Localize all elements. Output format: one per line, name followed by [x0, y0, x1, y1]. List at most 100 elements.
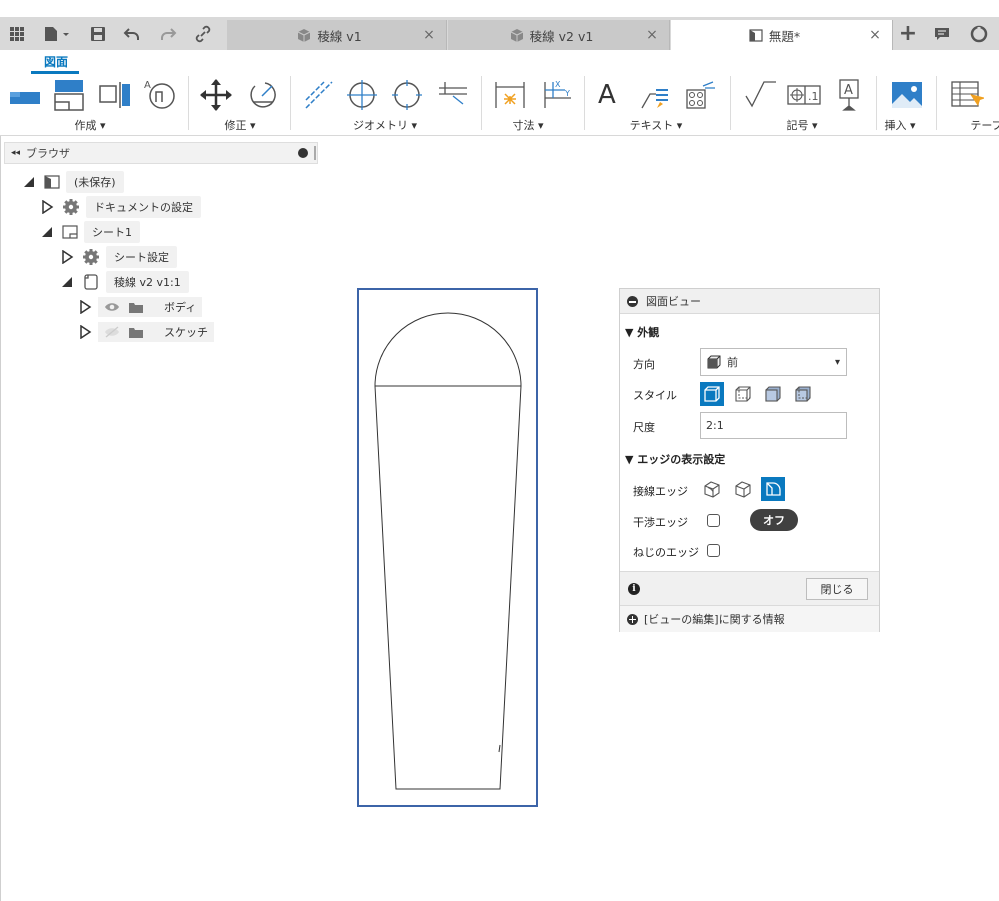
collapsed-triangle-icon[interactable] [40, 200, 54, 214]
tree-item-document-settings[interactable]: ドキュメントの設定 [40, 196, 201, 218]
link-icon[interactable] [190, 17, 216, 50]
ribbon-tab-drawing[interactable]: 図面 [33, 53, 79, 70]
detail-view-icon[interactable]: A [144, 78, 178, 112]
browser-header[interactable]: ◂◂ ブラウザ [4, 142, 318, 164]
expanded-triangle-icon[interactable] [22, 175, 36, 189]
drawing-view-icon [84, 274, 98, 290]
file-menu-icon[interactable] [40, 17, 74, 50]
ordinate-dimension-icon[interactable]: XY [539, 78, 573, 112]
undo-icon[interactable] [120, 17, 144, 50]
datum-identifier-icon[interactable]: A [832, 78, 866, 112]
tree-item-label: シート1 [84, 221, 140, 243]
group-label-symbol[interactable]: 記号 ▾ [762, 117, 842, 133]
style-visible-edges-button[interactable] [700, 382, 724, 406]
group-label-table[interactable]: テーブル [962, 117, 999, 133]
scale-input[interactable]: 2:1 [700, 412, 847, 439]
app-grid-icon[interactable] [6, 17, 28, 50]
projected-view-icon[interactable] [52, 78, 86, 112]
tree-item-sketches[interactable]: スケッチ [78, 322, 214, 342]
text-tool-icon[interactable]: A [598, 80, 626, 112]
tree-item-sheet1[interactable]: シート1 [40, 221, 140, 243]
style-shaded-hidden-button[interactable] [791, 382, 815, 406]
group-label-create[interactable]: 作成 ▾ [50, 117, 130, 133]
tab-document-1[interactable]: 稜線 v1 × [227, 20, 447, 50]
tree-item-root[interactable]: (未保存) [22, 171, 124, 193]
new-tab-button[interactable]: + [896, 17, 920, 50]
view-edit-info-row[interactable]: [ビューの編集]に関する情報 [620, 605, 879, 632]
rotate-icon[interactable] [245, 78, 279, 112]
tree-item-sheet-settings[interactable]: シート設定 [60, 246, 177, 268]
close-icon[interactable]: × [645, 27, 659, 43]
group-separator [481, 76, 482, 130]
drawing-view-frame[interactable] [357, 288, 538, 807]
tree-item-view[interactable]: 稜線 v2 v1:1 [60, 271, 189, 293]
comment-icon[interactable] [930, 17, 954, 50]
info-icon[interactable]: i [628, 583, 640, 595]
job-status-icon[interactable] [966, 17, 992, 50]
thread-edges-checkbox[interactable] [707, 544, 720, 557]
close-icon[interactable]: × [868, 27, 882, 43]
feature-control-frame-icon[interactable]: .1 [787, 78, 821, 112]
close-button[interactable]: 閉じる [806, 578, 868, 600]
tab-document-3[interactable]: 無題* × [671, 20, 893, 50]
pin-icon[interactable] [298, 148, 308, 158]
save-icon[interactable] [86, 17, 110, 50]
drawing-view-dialog: 図面ビュー ▼ 外観 方向 前 ▾ スタイル 尺度 2:1 ▼ エッジの表示設定… [619, 288, 880, 632]
group-label-modify[interactable]: 修正 ▾ [200, 117, 280, 133]
dialog-header[interactable]: 図面ビュー [620, 289, 879, 314]
style-shaded-button[interactable] [761, 382, 785, 406]
center-mark-icon[interactable] [345, 78, 379, 112]
appearance-section-header[interactable]: ▼ 外観 [625, 324, 659, 340]
interference-edges-checkbox[interactable] [707, 514, 720, 527]
style-label: スタイル [633, 389, 677, 402]
dimension-icon[interactable] [493, 78, 527, 112]
expanded-triangle-icon[interactable] [40, 225, 54, 239]
edge-visibility-section-header[interactable]: ▼ エッジの表示設定 [625, 451, 725, 467]
group-label-insert[interactable]: 挿入 ▾ [870, 117, 930, 133]
surface-texture-icon[interactable] [744, 78, 778, 112]
center-mark-pattern-icon[interactable] [390, 78, 424, 112]
svg-text:.1: .1 [808, 90, 819, 103]
active-tab-indicator [31, 71, 79, 74]
tooltip-off: オフ [750, 509, 798, 531]
tree-item-label: スケッチ [164, 326, 208, 339]
collapsed-triangle-icon[interactable] [78, 325, 92, 339]
redo-icon[interactable] [156, 17, 180, 50]
tab-label: 無題* [768, 28, 801, 44]
group-label-dimension[interactable]: 寸法 ▾ [488, 117, 568, 133]
browser-title: ブラウザ [26, 147, 71, 160]
eye-icon[interactable] [104, 301, 120, 313]
group-label-text[interactable]: テキスト ▾ [616, 117, 696, 133]
tab-document-2[interactable]: 稜線 v2 v1 × [448, 20, 670, 50]
tangent-off-button[interactable] [761, 477, 785, 501]
base-view-icon[interactable] [8, 78, 42, 112]
group-separator [730, 76, 731, 130]
scale-label: 尺度 [633, 421, 655, 434]
leader-icon[interactable] [638, 78, 672, 112]
drawing-doc-icon [44, 175, 60, 189]
eye-hidden-icon[interactable] [104, 326, 120, 338]
collapse-dialog-icon[interactable] [627, 296, 638, 307]
panel-resize-handle[interactable] [314, 146, 316, 160]
tangent-shortened-button[interactable] [731, 477, 755, 501]
centerline-icon[interactable] [302, 78, 336, 112]
orientation-select[interactable]: 前 ▾ [700, 348, 847, 376]
section-view-icon[interactable] [98, 78, 132, 112]
tree-item-bodies[interactable]: ボディ [78, 297, 203, 317]
move-icon[interactable] [199, 78, 233, 112]
expand-info-icon[interactable] [627, 614, 638, 625]
expanded-triangle-icon[interactable] [60, 275, 74, 289]
table-icon[interactable] [950, 78, 984, 112]
group-separator [188, 76, 189, 130]
collapse-icon[interactable]: ◂◂ [11, 148, 20, 158]
group-label-geometry[interactable]: ジオメトリ ▾ [340, 117, 430, 133]
collapsed-triangle-icon[interactable] [60, 250, 74, 264]
insert-image-icon[interactable] [890, 78, 924, 112]
collapsed-triangle-icon[interactable] [78, 300, 92, 314]
close-icon[interactable]: × [422, 27, 436, 43]
tangent-full-button[interactable] [700, 477, 724, 501]
style-hidden-edges-button[interactable] [731, 382, 755, 406]
balloon-icon[interactable] [683, 78, 717, 112]
group-separator [584, 76, 585, 130]
edge-extension-icon[interactable] [435, 78, 469, 112]
